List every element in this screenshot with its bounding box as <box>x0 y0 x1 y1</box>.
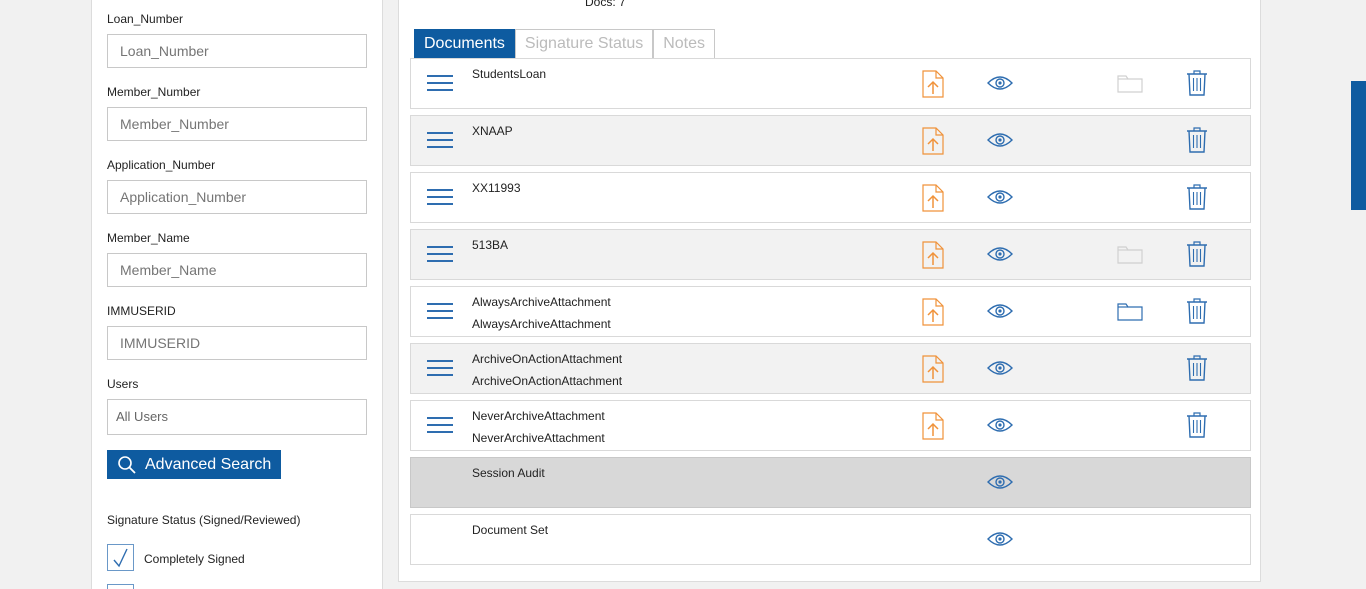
document-name: AlwaysArchiveAttachment <box>472 295 611 309</box>
tab-documents[interactable]: Documents <box>414 29 515 59</box>
document-row[interactable]: Document Set <box>410 514 1251 565</box>
search-icon <box>118 455 136 474</box>
loan-number-label: Loan_Number <box>107 12 184 26</box>
folder-icon[interactable] <box>1117 73 1143 93</box>
upload-icon[interactable] <box>922 412 944 440</box>
menu-icon[interactable] <box>427 303 453 321</box>
upload-icon[interactable] <box>922 355 944 383</box>
tab-notes[interactable]: Notes <box>653 29 716 59</box>
application-number-input[interactable] <box>107 180 367 214</box>
menu-icon[interactable] <box>427 132 453 150</box>
tab-signature-status[interactable]: Signature Status <box>514 29 654 59</box>
member-number-label: Member_Number <box>107 85 201 99</box>
document-name: ArchiveOnActionAttachment <box>472 352 623 366</box>
signature-status-label: Signature Status (Signed/Reviewed) <box>107 513 301 527</box>
document-row[interactable]: 513BA <box>410 229 1251 280</box>
document-row[interactable]: NeverArchiveAttachment NeverArchiveAttac… <box>410 400 1251 451</box>
second-status-checkbox[interactable] <box>107 584 134 589</box>
eye-icon[interactable] <box>987 530 1013 548</box>
document-name: NeverArchiveAttachment <box>472 409 605 423</box>
menu-icon[interactable] <box>427 75 453 93</box>
document-row[interactable]: AlwaysArchiveAttachment AlwaysArchiveAtt… <box>410 286 1251 337</box>
member-number-input[interactable] <box>107 107 367 141</box>
document-row[interactable]: Session Audit <box>410 457 1251 508</box>
eye-icon[interactable] <box>987 359 1013 377</box>
document-row[interactable]: XX11993 <box>410 172 1251 223</box>
eye-icon[interactable] <box>987 245 1013 263</box>
trash-icon[interactable] <box>1186 298 1208 324</box>
trash-icon[interactable] <box>1186 355 1208 381</box>
users-label: Users <box>107 377 139 391</box>
trash-icon[interactable] <box>1186 184 1208 210</box>
document-name: XX11993 <box>472 181 521 195</box>
document-subtitle: ArchiveOnActionAttachment <box>472 374 623 388</box>
upload-icon[interactable] <box>922 70 944 98</box>
advanced-search-label: Advanced Search <box>145 455 272 473</box>
document-name: Document Set <box>472 523 549 537</box>
eye-icon[interactable] <box>987 74 1013 92</box>
document-name: 513BA <box>472 238 509 252</box>
member-name-input[interactable] <box>107 253 367 287</box>
folder-icon[interactable] <box>1117 244 1143 264</box>
upload-icon[interactable] <box>922 184 944 212</box>
application-number-label: Application_Number <box>107 158 216 172</box>
trash-icon[interactable] <box>1186 241 1208 267</box>
document-name: StudentsLoan <box>472 67 547 81</box>
upload-icon[interactable] <box>922 241 944 269</box>
docs-count: Docs: 7 <box>585 0 626 9</box>
member-name-label: Member_Name <box>107 231 190 245</box>
checkmark-icon <box>113 548 128 568</box>
menu-icon[interactable] <box>427 189 453 207</box>
upload-icon[interactable] <box>922 127 944 155</box>
folder-icon[interactable] <box>1117 301 1143 321</box>
document-row[interactable]: StudentsLoan <box>410 58 1251 109</box>
filter-panel: Loan_Number Member_Number Application_Nu… <box>91 0 383 589</box>
side-accent-tab[interactable] <box>1351 81 1366 210</box>
eye-icon[interactable] <box>987 416 1013 434</box>
trash-icon[interactable] <box>1186 412 1208 438</box>
tab-bar: Documents Signature Status Notes <box>414 29 716 59</box>
immuserid-label: IMMUSERID <box>107 304 176 318</box>
menu-icon[interactable] <box>427 246 453 264</box>
eye-icon[interactable] <box>987 473 1013 491</box>
trash-icon[interactable] <box>1186 127 1208 153</box>
document-name: Session Audit <box>472 466 545 480</box>
immuserid-input[interactable] <box>107 326 367 360</box>
completely-signed-checkbox[interactable] <box>107 544 134 571</box>
advanced-search-button[interactable]: Advanced Search <box>107 450 281 479</box>
loan-number-input[interactable] <box>107 34 367 68</box>
menu-icon[interactable] <box>427 360 453 378</box>
upload-icon[interactable] <box>922 298 944 326</box>
document-row[interactable]: XNAAP <box>410 115 1251 166</box>
menu-icon[interactable] <box>427 417 453 435</box>
document-subtitle: NeverArchiveAttachment <box>472 431 605 445</box>
document-name: XNAAP <box>472 124 513 138</box>
users-select[interactable]: All Users <box>107 399 367 435</box>
document-subtitle: AlwaysArchiveAttachment <box>472 317 611 331</box>
completely-signed-label: Completely Signed <box>144 552 245 566</box>
eye-icon[interactable] <box>987 302 1013 320</box>
document-row[interactable]: ArchiveOnActionAttachment ArchiveOnActio… <box>410 343 1251 394</box>
documents-panel: Docs: 7 Documents Signature Status Notes… <box>398 0 1261 582</box>
eye-icon[interactable] <box>987 188 1013 206</box>
eye-icon[interactable] <box>987 131 1013 149</box>
trash-icon[interactable] <box>1186 70 1208 96</box>
